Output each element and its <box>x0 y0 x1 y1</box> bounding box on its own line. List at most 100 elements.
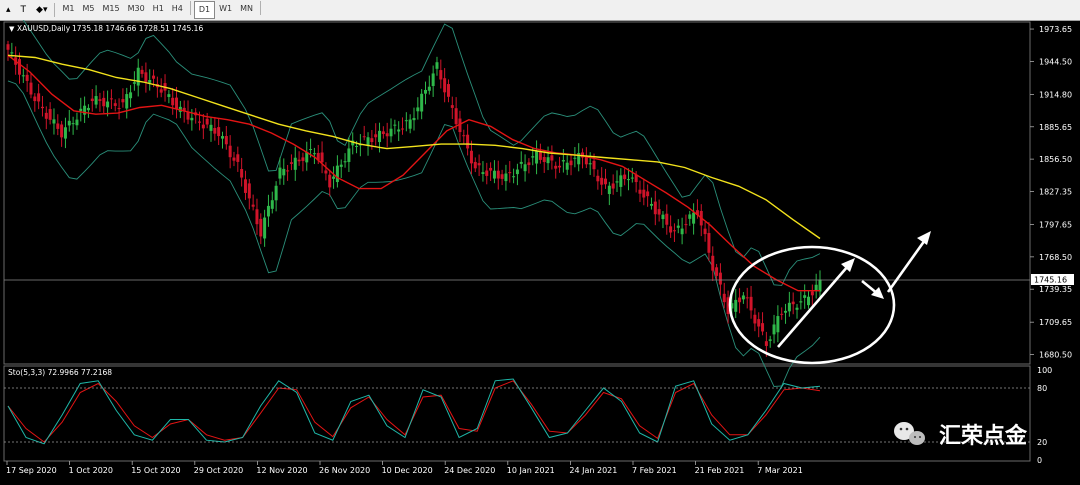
candle-body <box>753 314 757 324</box>
candle-body <box>473 161 477 169</box>
main-panel-frame <box>3 21 1031 365</box>
candle-body <box>439 70 443 80</box>
candle-body <box>657 209 661 215</box>
timeframe-w1[interactable]: W1 <box>215 1 236 17</box>
candle-body <box>481 172 485 174</box>
candle-body <box>129 92 133 99</box>
candle-body <box>167 94 171 97</box>
date-tick-label: 10 Dec 2020 <box>382 466 433 475</box>
candle-body <box>332 176 336 179</box>
price-axis: 1973.65 1944.50 1914.80 1885.65 1856.50 1827.… <box>1030 25 1072 360</box>
candle-body <box>286 170 290 172</box>
toolbar-separator <box>189 1 191 15</box>
candle-body <box>466 134 470 149</box>
chart-svg[interactable]: ▼ XAUUSD,Daily 1735.18 1746.66 1728.51 1… <box>0 15 1080 481</box>
candle-body <box>569 160 573 166</box>
price-tick-label: 1856.50 <box>1039 155 1072 164</box>
candle-body <box>431 73 435 87</box>
candle-body <box>79 108 83 112</box>
candle-body <box>558 165 562 168</box>
shapes-icon[interactable]: ◆▾ <box>32 1 51 19</box>
candle-body <box>236 154 240 162</box>
timeframe-m1[interactable]: M1 <box>58 1 78 17</box>
candle-body <box>10 52 14 54</box>
candle-body <box>401 128 405 130</box>
candle-body <box>542 157 546 163</box>
candle-body <box>25 74 29 81</box>
stoch-label: Sto(5,3,3) 72.9966 77.2168 <box>8 368 112 377</box>
candle-body <box>324 170 328 174</box>
stoch-level-label: 100 <box>1037 366 1052 375</box>
candle-body <box>718 272 722 285</box>
candle-body <box>512 176 516 178</box>
candle-body <box>515 169 519 175</box>
timeframe-mn[interactable]: MN <box>236 1 257 17</box>
candle-body <box>787 302 791 312</box>
candle-body <box>282 168 286 176</box>
candle-body <box>508 172 512 174</box>
date-tick-label: 26 Nov 2020 <box>319 466 370 475</box>
timeframe-h1[interactable]: H1 <box>149 1 168 17</box>
candle-body <box>175 97 179 109</box>
candle-body <box>799 301 803 303</box>
candle-body <box>270 200 274 209</box>
candle-body <box>573 157 577 159</box>
candle-body <box>293 157 297 170</box>
candle-body <box>263 217 267 239</box>
candle-body <box>289 162 293 164</box>
candle-body <box>60 124 64 138</box>
text-icon[interactable]: T <box>17 1 31 19</box>
candle-body <box>500 174 504 179</box>
candle-body <box>339 164 343 167</box>
timeframe-m5[interactable]: M5 <box>78 1 98 17</box>
cursor-icon[interactable]: ▴ <box>2 1 15 19</box>
symbol-label: XAUUSD,Daily <box>17 24 71 33</box>
timeframe-m15[interactable]: M15 <box>98 1 123 17</box>
candle-body <box>205 118 209 125</box>
candle-body <box>247 183 251 199</box>
candle-body <box>420 93 424 112</box>
candle-body <box>810 291 814 296</box>
timeframe-m30[interactable]: M30 <box>124 1 149 17</box>
candle-body <box>94 96 98 105</box>
candle-body <box>435 62 439 69</box>
candle-body <box>362 136 366 138</box>
timeframe-h4[interactable]: H4 <box>168 1 187 17</box>
candle-body <box>209 124 213 131</box>
candle-body <box>649 203 653 206</box>
candle-body <box>220 136 224 139</box>
candle-body <box>791 301 795 305</box>
candle-body <box>600 177 604 185</box>
timeframe-d1[interactable]: D1 <box>193 1 216 19</box>
candle-body <box>113 103 117 106</box>
candle-body <box>309 149 313 151</box>
candle-body <box>274 185 278 201</box>
candle-body <box>144 72 148 82</box>
candle-body <box>485 170 489 176</box>
candle-body <box>190 117 194 121</box>
candle-body <box>546 157 550 164</box>
candle-body <box>117 108 121 110</box>
candle-body <box>33 96 37 102</box>
candle-body <box>768 339 772 341</box>
candle-body <box>692 212 696 224</box>
date-tick-label: 1 Oct 2020 <box>69 466 113 475</box>
candle-body <box>596 175 600 182</box>
candle-body <box>102 97 106 107</box>
candle-body <box>355 145 359 147</box>
candle-body <box>52 119 56 124</box>
candle-body <box>125 94 129 109</box>
date-tick-label: 24 Jan 2021 <box>569 466 617 475</box>
candle-body <box>132 82 136 84</box>
candle-body <box>561 160 565 162</box>
candle-body <box>638 189 642 194</box>
candle-body <box>347 148 351 162</box>
candle-body <box>477 163 481 166</box>
candle-body <box>385 133 389 137</box>
candle-body <box>40 106 44 109</box>
chart-area[interactable]: ▼ XAUUSD,Daily 1735.18 1746.66 1728.51 1… <box>0 15 1080 481</box>
candle-body <box>278 167 282 179</box>
candle-body <box>688 214 692 219</box>
candle-body <box>623 174 627 180</box>
stoch-level-label: 0 <box>1037 456 1042 465</box>
